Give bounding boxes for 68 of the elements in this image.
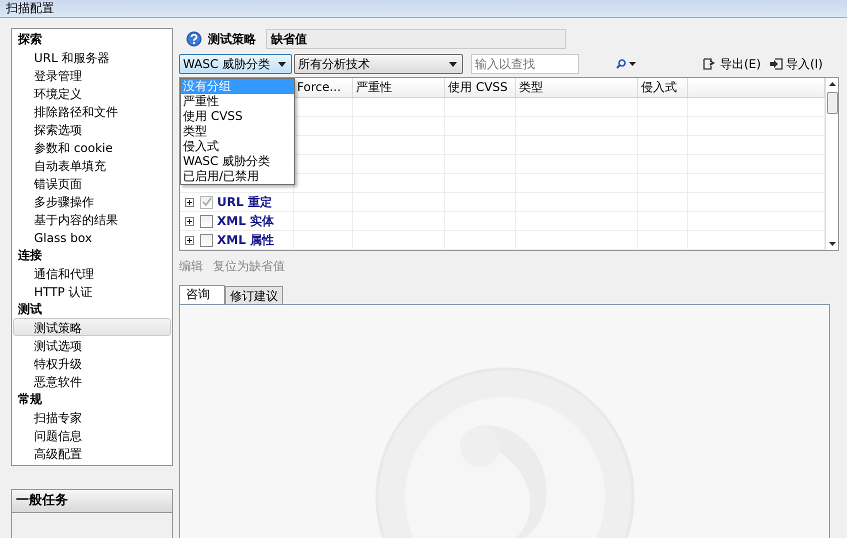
menu-option[interactable]: 侵入式 — [181, 139, 294, 154]
import-button[interactable]: 导入(I) — [768, 56, 823, 72]
search-field[interactable]: 输入以查找 — [471, 54, 579, 74]
test-group-name: XML 属性 — [217, 232, 274, 248]
nav-item[interactable]: 通信和代理 — [13, 264, 171, 282]
caret-icon — [449, 62, 457, 66]
menu-option[interactable]: 类型 — [181, 124, 294, 139]
export-button[interactable]: 导出(E) — [703, 56, 761, 72]
tab[interactable]: 修订建议 — [225, 286, 283, 305]
table-cell — [445, 231, 516, 250]
nav-item[interactable]: 恶意软件 — [13, 372, 171, 390]
nav-item[interactable]: 探索选项 — [13, 120, 171, 138]
group-by-dropdown[interactable]: WASC 威胁分类 — [179, 54, 292, 74]
nav-item[interactable]: 多步骤操作 — [13, 192, 171, 210]
help-icon[interactable] — [186, 31, 202, 47]
nav-item[interactable]: 高级配置 — [13, 444, 171, 462]
test-group-name: URL 重定 — [217, 194, 272, 210]
nav-item[interactable]: 基于内容的结果 — [13, 210, 171, 228]
export-icon — [703, 57, 717, 71]
nav-item[interactable]: 问题信息 — [13, 426, 171, 444]
scrollbar-thumb[interactable] — [826, 92, 838, 114]
expand-icon[interactable] — [185, 236, 194, 244]
nav-item[interactable]: 特权升级 — [13, 354, 171, 372]
nav-section-header[interactable]: 常规 — [12, 390, 172, 408]
caret-icon — [278, 62, 286, 66]
nav-item[interactable]: HTTP 认证 — [13, 282, 171, 300]
nav-item[interactable]: Glass box — [13, 228, 171, 246]
nav-item[interactable]: 测试选项 — [13, 336, 171, 354]
column-header[interactable]: 使用 CVSS — [445, 78, 516, 97]
table-cell — [445, 98, 516, 117]
expand-icon[interactable] — [185, 216, 194, 226]
import-icon — [768, 57, 783, 71]
policy-name-field[interactable]: 缺省值 — [266, 29, 566, 49]
column-header[interactable]: 类型 — [516, 78, 638, 97]
nav-section-header[interactable]: 测试 — [12, 300, 172, 318]
scroll-down-icon[interactable] — [828, 242, 836, 246]
nav-item[interactable]: 参数和 cookie — [13, 138, 171, 156]
tab[interactable]: 咨询 — [179, 285, 225, 305]
checkbox[interactable] — [200, 234, 213, 246]
menu-option[interactable]: 使用 CVSS — [181, 109, 294, 124]
nav-item[interactable]: 错误页面 — [13, 174, 171, 192]
nav-item[interactable]: 登录管理 — [13, 66, 171, 84]
test-group-name: XML 实体 — [217, 212, 274, 230]
expand-icon[interactable] — [185, 198, 194, 206]
table-cell — [638, 98, 688, 117]
search-icon[interactable] — [616, 59, 636, 69]
nav-item[interactable]: 扫描专家 — [13, 408, 171, 426]
nav-item[interactable]: URL 和服务器 — [13, 48, 171, 66]
menu-option[interactable]: WASC 威胁分类 — [181, 154, 294, 169]
nav-section-header[interactable]: 探索 — [12, 30, 172, 48]
window-title: 扫描配置 — [6, 0, 54, 17]
column-header[interactable]: 侵入式 — [638, 78, 688, 97]
policy-label: 测试策略 — [208, 30, 256, 48]
technique-dropdown[interactable]: 所有分析技术 — [294, 54, 463, 74]
vertical-scrollbar[interactable] — [825, 78, 838, 250]
table-cell — [638, 231, 688, 250]
nav-item[interactable]: 环境定义 — [13, 84, 171, 102]
tasks-panel-title: 一般任务 — [12, 490, 172, 513]
menu-option[interactable]: 已启用/已禁用 — [181, 169, 294, 184]
nav-item[interactable]: 自动表单填充 — [13, 156, 171, 174]
column-header[interactable]: 严重性 — [353, 78, 445, 97]
nav-section-header[interactable]: 连接 — [12, 246, 172, 264]
nav-item[interactable]: 排除路径和文件 — [13, 102, 171, 120]
checkbox[interactable] — [200, 214, 213, 228]
checkbox[interactable] — [200, 196, 213, 208]
scroll-up-icon[interactable] — [828, 82, 836, 86]
nav-item[interactable]: 测试策略 — [13, 318, 171, 336]
menu-option[interactable]: 严重性 — [181, 94, 294, 109]
